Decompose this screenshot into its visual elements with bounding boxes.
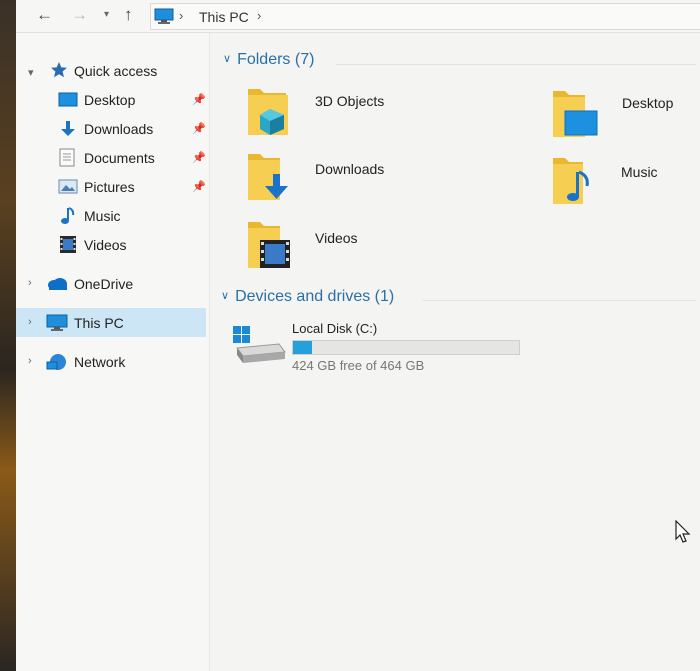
star-icon (51, 62, 67, 78)
sidebar-item-videos[interactable]: Videos (44, 231, 209, 259)
3d-objects-folder-icon (248, 89, 288, 135)
download-arrow-icon (61, 121, 75, 136)
this-pc-icon (154, 8, 174, 24)
chevron-right-icon[interactable]: › (28, 277, 32, 289)
drive-usage-bar (292, 340, 520, 355)
sidebar-item-music[interactable]: Music (44, 202, 209, 230)
film-icon (60, 236, 76, 253)
desktop-folder-icon (553, 91, 598, 137)
sidebar-item-documents[interactable]: Documents 📌 (44, 144, 209, 172)
monitor-icon (46, 314, 68, 331)
group-divider (423, 300, 696, 301)
folder-music[interactable]: Music (551, 156, 700, 216)
arrow-up-icon: ↑ (124, 5, 133, 24)
address-field[interactable]: › This PC › (150, 3, 700, 30)
pane-divider[interactable] (209, 33, 210, 671)
sidebar-item-label: Documents (84, 150, 155, 166)
chevron-down-icon: ▾ (104, 9, 110, 20)
chevron-right-icon[interactable]: › (28, 355, 32, 367)
sidebar-item-desktop[interactable]: Desktop 📌 (44, 86, 209, 114)
folder-label: Desktop (622, 95, 674, 111)
folder-label: Music (621, 164, 658, 180)
music-folder-icon (553, 158, 589, 204)
folder-desktop[interactable]: Desktop (551, 85, 700, 145)
chevron-right-icon[interactable]: › (28, 316, 32, 328)
document-icon (59, 148, 75, 167)
chevron-down-icon: ∨ (223, 53, 232, 65)
devices-group-header[interactable]: ∨ Devices and drives (1) (221, 288, 394, 306)
folder-label: Videos (315, 230, 358, 246)
picture-icon (58, 179, 78, 194)
arrow-left-icon: ← (36, 5, 53, 24)
recent-locations-button[interactable]: ▾ (104, 9, 109, 20)
drive-free-space: 424 GB free of 464 GB (292, 358, 425, 373)
sidebar-item-label: OneDrive (74, 276, 134, 292)
monitor-bezel (0, 0, 16, 671)
drive-local-disk-c[interactable]: Local Disk (C:) 424 GB free of 464 GB (233, 318, 553, 374)
sidebar-item-downloads[interactable]: Downloads 📌 (44, 115, 209, 143)
group-title: Devices and drives (1) (235, 288, 395, 305)
network-icon (46, 354, 66, 370)
drive-usage-fill (293, 341, 313, 354)
windows-drive-icon (233, 326, 286, 363)
folder-videos[interactable]: Videos (246, 220, 486, 280)
videos-folder-icon (248, 222, 290, 268)
sidebar-item-quick-access[interactable]: Quick access (44, 57, 204, 85)
music-note-icon (61, 207, 75, 224)
address-bar: ← → ▾ ↑ › This PC › (16, 0, 700, 33)
sidebar-item-this-pc[interactable]: This PC (44, 309, 204, 337)
arrow-right-icon: → (71, 5, 88, 24)
chevron-down-icon: ∨ (221, 290, 230, 302)
sidebar-item-label: Quick access (74, 63, 158, 79)
sidebar-item-label: Downloads (84, 121, 154, 137)
mouse-cursor-icon (675, 520, 691, 543)
forward-button[interactable]: → (71, 5, 88, 25)
folder-3d-objects[interactable]: 3D Objects (246, 83, 486, 143)
sidebar-item-label: Music (84, 208, 121, 224)
sidebar-item-label: Network (74, 354, 126, 370)
up-button[interactable]: ↑ (124, 5, 133, 25)
sidebar-item-onedrive[interactable]: OneDrive (44, 270, 204, 298)
sidebar-item-label: Pictures (84, 179, 135, 195)
back-button[interactable]: ← (36, 5, 53, 25)
folder-downloads[interactable]: Downloads (246, 152, 486, 212)
breadcrumb-this-pc[interactable]: This PC (199, 9, 249, 25)
navigation-pane: ▾ Quick access Desktop 📌 Downloads 📌 Doc… (16, 33, 209, 671)
breadcrumb-separator-end[interactable]: › (257, 8, 261, 23)
cloud-icon (48, 278, 67, 290)
sidebar-item-label: Desktop (84, 92, 136, 108)
pin-icon: 📌 (192, 181, 206, 193)
group-divider (336, 64, 696, 65)
downloads-folder-icon (248, 154, 288, 200)
sidebar-item-label: This PC (74, 315, 124, 331)
drive-label: Local Disk (C:) (292, 321, 378, 336)
sidebar-item-label: Videos (84, 237, 127, 253)
content-pane: ∨ Folders (7) 3D Objects Desktop Downloa… (211, 33, 700, 671)
breadcrumb-separator[interactable]: › (179, 8, 183, 23)
chevron-down-icon[interactable]: ▾ (28, 66, 34, 79)
folder-label: 3D Objects (315, 93, 385, 109)
pin-icon: 📌 (192, 152, 206, 164)
sidebar-item-pictures[interactable]: Pictures 📌 (44, 173, 209, 201)
desktop-icon (58, 92, 78, 107)
pin-icon: 📌 (192, 123, 206, 135)
file-explorer-window: ← → ▾ ↑ › This PC › ▾ Quick access Deskt… (16, 0, 700, 671)
folder-label: Downloads (315, 161, 385, 177)
pin-icon: 📌 (192, 94, 206, 106)
group-title: Folders (7) (237, 51, 315, 68)
sidebar-item-network[interactable]: Network (44, 348, 204, 376)
folders-group-header[interactable]: ∨ Folders (7) (223, 51, 314, 69)
